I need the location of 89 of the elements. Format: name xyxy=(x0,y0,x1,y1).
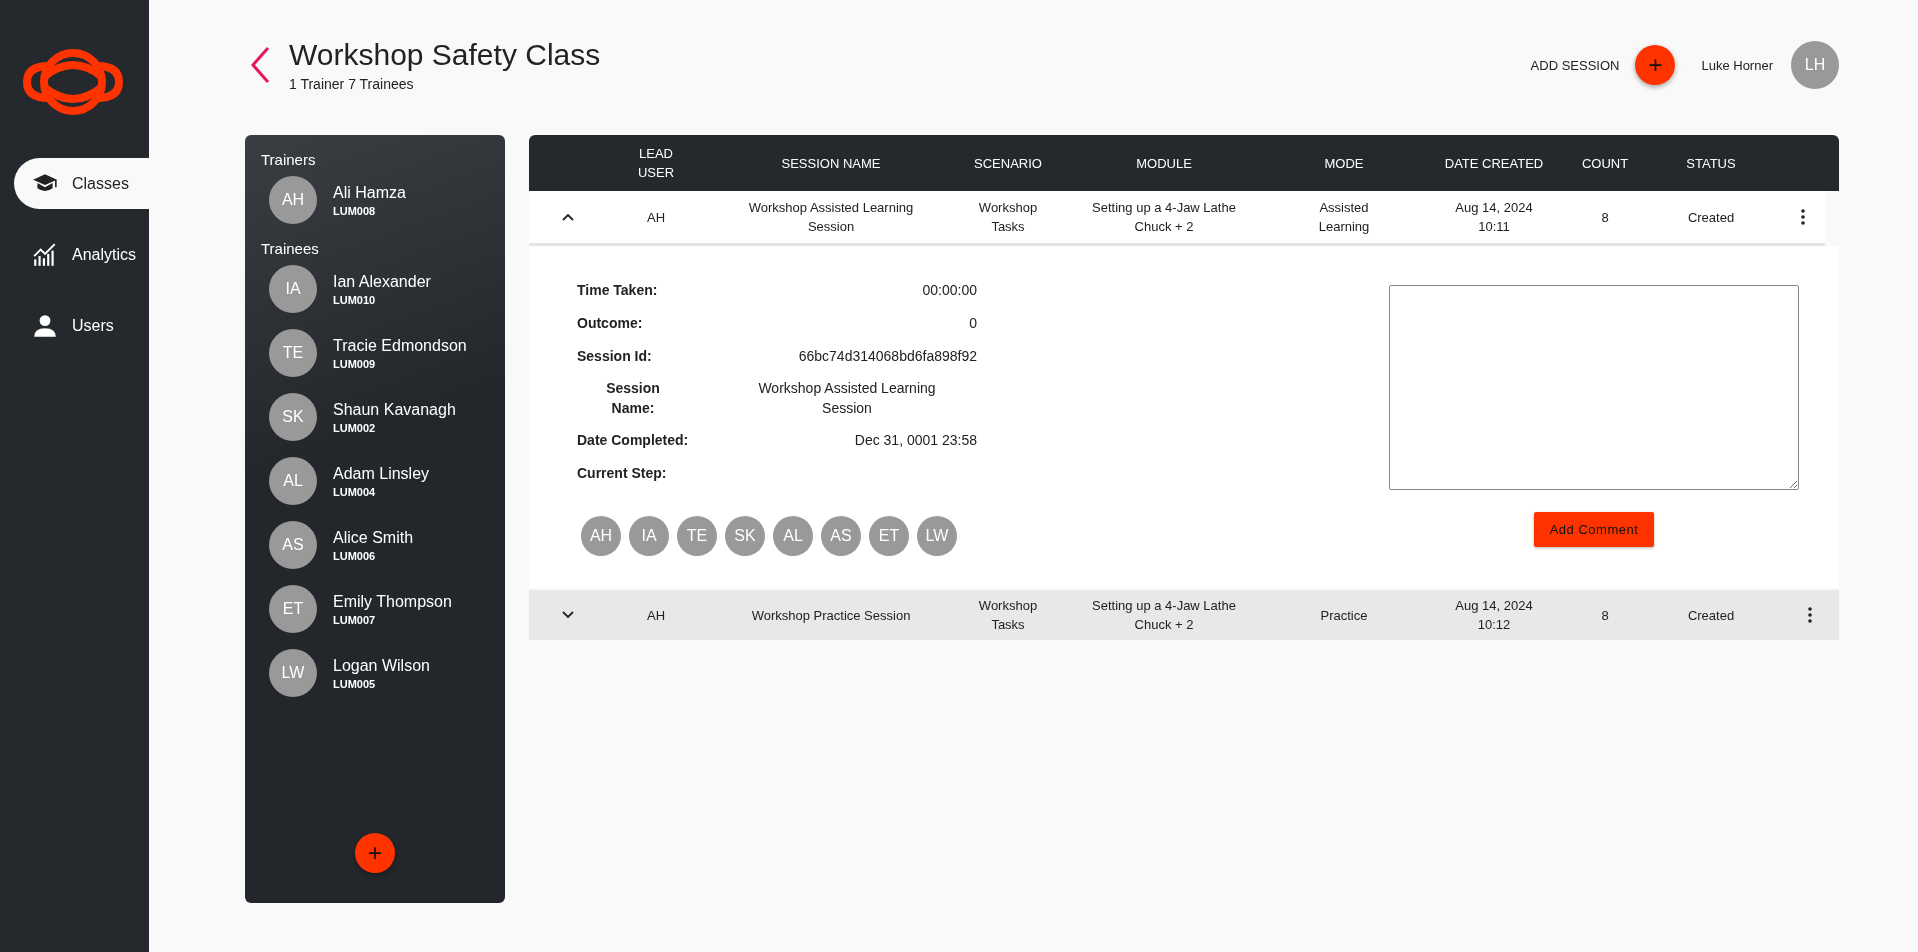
participant-avatar: AS xyxy=(821,516,861,556)
member-code: LUM009 xyxy=(333,357,377,370)
member-name: Logan Wilson xyxy=(333,656,430,675)
person-icon xyxy=(32,312,58,339)
more-icon[interactable] xyxy=(1801,209,1805,225)
user-name: Luke Horner xyxy=(1701,57,1773,73)
add-session-button[interactable]: + xyxy=(1635,45,1676,85)
field-label: Outcome: xyxy=(577,315,643,331)
column-header: LEAD USER xyxy=(636,145,676,182)
table-cell-text: Created xyxy=(1687,208,1735,227)
column-header: MODULE xyxy=(1135,155,1193,171)
table-cell-text: 8 xyxy=(1601,208,1609,227)
collapse-icon[interactable] xyxy=(562,213,574,221)
column-header: MODE xyxy=(1323,155,1365,171)
page-subtitle: 1 Trainer 7 Trainees xyxy=(289,76,415,92)
table-cell-text: Practice xyxy=(1320,606,1368,625)
member-avatar: IA xyxy=(269,265,317,313)
expand-icon[interactable] xyxy=(562,611,574,619)
member-avatar: SK xyxy=(269,393,317,441)
logo-icon xyxy=(23,48,123,116)
table-cell-text: Workshop Tasks xyxy=(977,199,1039,236)
field-label: Session Name: xyxy=(605,379,661,418)
participant-avatar: LW xyxy=(917,516,957,556)
participant-avatar: SK xyxy=(725,516,765,556)
table-cell-text: Created xyxy=(1687,606,1735,625)
column-header: SESSION NAME xyxy=(780,155,882,171)
more-icon[interactable] xyxy=(1808,607,1812,623)
nav-item[interactable]: Users xyxy=(0,300,149,351)
table-cell-text: Setting up a 4-Jaw Lathe Chuck + 2 xyxy=(1091,597,1237,634)
member-code: LUM007 xyxy=(333,613,377,626)
add-comment-button[interactable]: Add Comment xyxy=(1533,512,1655,547)
member-code: LUM005 xyxy=(333,677,377,690)
nav-item[interactable]: Analytics xyxy=(0,229,149,280)
field-value: 00:00:00 xyxy=(922,282,977,298)
section-heading: Trainers xyxy=(261,151,317,168)
table-cell-text: Setting up a 4-Jaw Lathe Chuck + 2 xyxy=(1091,199,1237,236)
member-avatar: AH xyxy=(269,176,317,224)
member-code: LUM008 xyxy=(333,204,377,217)
field-label: Date Completed: xyxy=(577,432,689,448)
member-avatar: ET xyxy=(269,585,317,633)
add-member-button[interactable]: + xyxy=(355,833,395,873)
member-name: Ian Alexander xyxy=(333,272,431,291)
participant-avatar: ET xyxy=(869,516,909,556)
table-cell-text: Aug 14, 2024 10:12 xyxy=(1454,597,1534,634)
participant-avatar: TE xyxy=(677,516,717,556)
table-cell-text: Workshop Tasks xyxy=(977,597,1039,634)
page-title: Workshop Safety Class xyxy=(289,38,601,72)
column-header: SCENARIO xyxy=(973,155,1043,171)
member-code: LUM006 xyxy=(333,549,377,562)
member-code: LUM010 xyxy=(333,293,377,306)
member-avatar: LW xyxy=(269,649,317,697)
field-value: Workshop Assisted Learning Session xyxy=(758,380,936,416)
field-label: Session Id: xyxy=(577,348,652,364)
table-cell-text: 8 xyxy=(1601,606,1609,625)
member-name: Ali Hamza xyxy=(333,183,406,202)
table-cell-text: Assisted Learning xyxy=(1317,199,1371,236)
table-cell-text: AH xyxy=(646,208,666,227)
column-header: STATUS xyxy=(1685,155,1737,171)
table-cell-text: Aug 14, 2024 10:11 xyxy=(1454,199,1534,236)
participant-avatar: AH xyxy=(581,516,621,556)
comment-field[interactable] xyxy=(1389,285,1799,490)
participant-avatar: IA xyxy=(629,516,669,556)
back-icon[interactable] xyxy=(249,45,271,85)
member-avatar: AL xyxy=(269,457,317,505)
member-name: Shaun Kavanagh xyxy=(333,400,456,419)
member-name: Alice Smith xyxy=(333,528,414,547)
field-value: 66bc74d314068bd6fa898f92 xyxy=(798,348,977,364)
nav-item[interactable]: Classes xyxy=(14,158,149,209)
table-cell-text: Workshop Practice Session xyxy=(751,606,911,625)
member-name: Adam Linsley xyxy=(333,464,430,483)
field-value: Dec 31, 0001 23:58 xyxy=(854,432,977,448)
user-avatar[interactable]: LH xyxy=(1791,41,1839,89)
member-avatar: TE xyxy=(269,329,317,377)
member-name: Emily Thompson xyxy=(333,592,452,611)
section-heading: Trainees xyxy=(261,240,320,257)
table-cell-text: AH xyxy=(646,606,666,625)
member-code: LUM004 xyxy=(333,485,377,498)
column-header: DATE CREATED xyxy=(1443,155,1545,171)
chart-icon xyxy=(32,241,58,268)
member-code: LUM002 xyxy=(333,421,377,434)
table-cell-text: Workshop Assisted Learning Session xyxy=(747,199,915,236)
member-name: Tracie Edmondson xyxy=(333,336,467,355)
member-avatar: AS xyxy=(269,521,317,569)
field-label: Time Taken: xyxy=(577,282,658,298)
field-label: Current Step: xyxy=(577,465,667,481)
participant-avatar: AL xyxy=(773,516,813,556)
add-session-label: ADD SESSION xyxy=(1530,57,1620,73)
column-header: COUNT xyxy=(1580,155,1630,171)
field-value: 0 xyxy=(969,315,977,331)
